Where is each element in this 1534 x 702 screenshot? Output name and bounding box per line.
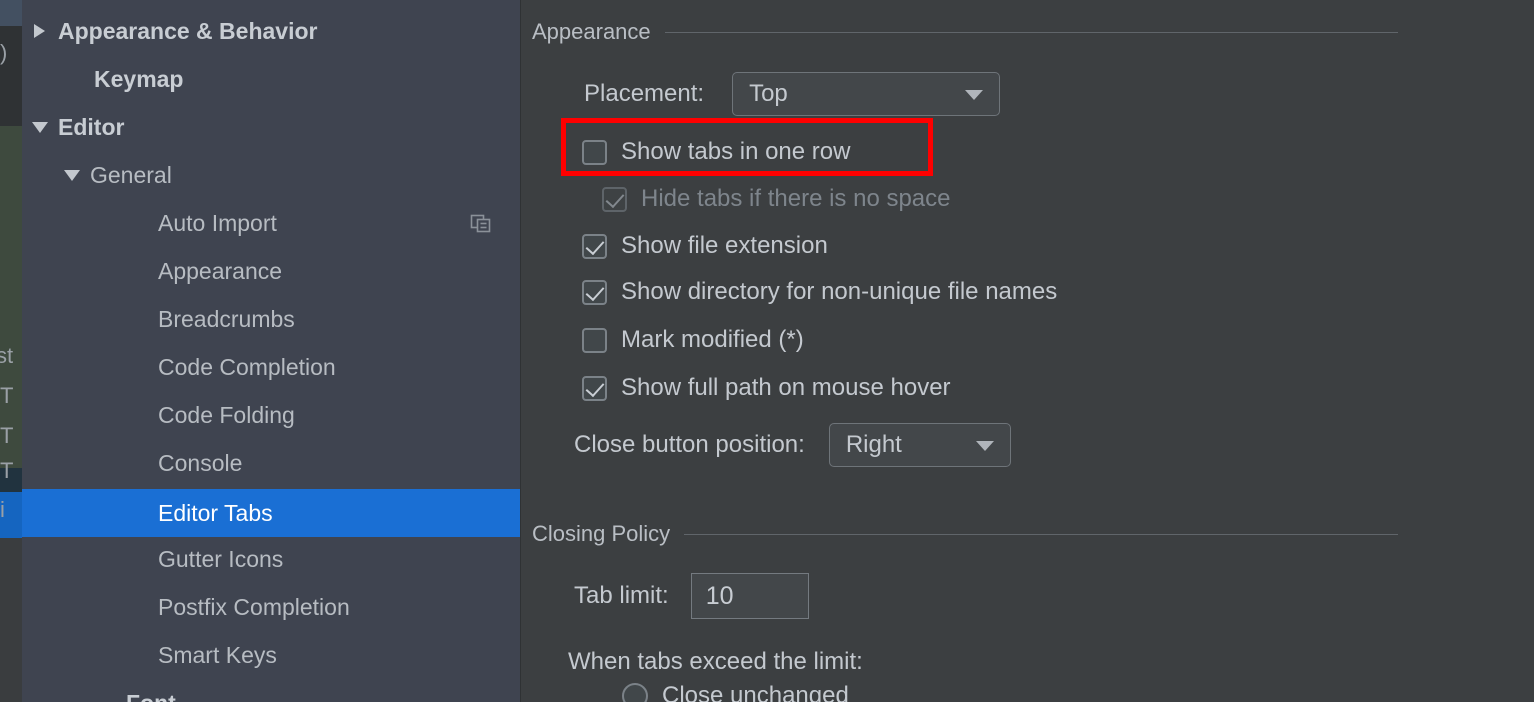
copy-icon[interactable] [470,212,492,240]
sidebar-item-label: General [90,161,172,188]
sidebar-item-font[interactable]: Font [22,679,520,702]
checkbox-label-show-directory-non-unique: Show directory for non-unique file names [621,278,1058,305]
sidebar-item-editor-tabs[interactable]: Editor Tabs [22,489,520,537]
checkbox-label-show-tabs-in-one-row: Show tabs in one row [621,138,851,165]
sidebar-item-editor[interactable]: Editor [22,103,520,151]
chevron-down-icon [975,441,994,451]
placement-row: Placement: Top [584,72,1001,116]
placement-label: Placement: [584,80,705,107]
checkbox-hide-tabs-if-no-space[interactable] [602,186,627,212]
settings-category-tree[interactable]: Appearance & Behavior Keymap Editor General… [22,0,521,702]
checkbox-row-show-full-path[interactable]: Show full path on mouse hover [582,374,951,402]
checkbox-show-full-path[interactable] [582,375,607,401]
placement-dropdown-value: Top [749,80,788,107]
sidebar-item-breadcrumbs[interactable]: Breadcrumbs [22,295,520,343]
tab-limit-input[interactable]: 10 [690,573,809,619]
checkbox-row-show-directory-non-unique[interactable]: Show directory for non-unique file names [582,278,1057,306]
sidebar-item-code-completion[interactable]: Code Completion [22,343,520,391]
sidebar-item-auto-import[interactable]: Auto Import [22,199,520,247]
appearance-section-header: Appearance [532,19,1398,45]
when-tabs-exceed-label: When tabs exceed the limit: [568,648,863,675]
sidebar-item-label: Auto Import [158,209,277,236]
sidebar-item-appearance-behavior[interactable]: Appearance & Behavior [22,7,520,55]
radio-close-unchanged[interactable] [622,683,648,702]
sidebar-item-smart-keys[interactable]: Smart Keys [22,631,520,679]
checkbox-row-hide-tabs-if-no-space[interactable]: Hide tabs if there is no space [602,185,951,213]
bg-segment-bottom [0,538,22,702]
sidebar-item-keymap[interactable]: Keymap [22,55,520,103]
bg-glyph-4: T [0,423,14,448]
sidebar-item-label: Font [126,690,176,702]
appearance-section-title: Appearance [532,19,651,44]
sidebar-item-label: Appearance & Behavior [58,17,318,44]
sidebar-item-postfix-completion[interactable]: Postfix Completion [22,583,520,631]
when-tabs-exceed-row: When tabs exceed the limit: [568,648,863,676]
sidebar-item-console[interactable]: Console [22,439,520,487]
radio-row-close-unchanged[interactable]: Close unchanged [622,682,849,702]
section-divider-rule [664,31,1398,33]
sidebar-item-label: Editor [58,113,125,140]
sidebar-item-label: Code Completion [158,353,336,380]
checkbox-row-mark-modified[interactable]: Mark modified (*) [582,326,804,354]
checkbox-mark-modified[interactable] [582,327,607,353]
tab-limit-row: Tab limit: 10 [574,573,809,619]
checkbox-label-hide-tabs-if-no-space: Hide tabs if there is no space [641,185,951,212]
bg-glyph-6: i [0,497,5,522]
bg-glyph-2: st [0,343,14,368]
settings-dialog-screenshot: ) st T T T i Appearance & Behavior Keymap… [0,0,1534,702]
sidebar-item-label: Keymap [94,65,184,92]
chevron-down-icon[interactable] [62,165,82,185]
bg-glyph-1: ) [0,40,8,65]
sidebar-item-label: Smart Keys [158,641,277,668]
chevron-right-icon[interactable] [30,21,50,41]
sidebar-item-label: Editor Tabs [158,499,273,526]
tab-limit-value: 10 [705,581,734,610]
bg-glyph-5: T [0,458,14,483]
placement-dropdown[interactable]: Top [732,72,1001,116]
sidebar-item-label: Gutter Icons [158,545,284,572]
close-button-position-value: Right [845,431,902,458]
sidebar-item-general[interactable]: General [22,151,520,199]
sidebar-item-label: Breadcrumbs [158,305,295,332]
sidebar-item-appearance[interactable]: Appearance [22,247,520,295]
close-button-position-row: Close button position: Right [574,423,1011,467]
chevron-down-icon [965,90,984,100]
checkbox-show-file-extension[interactable] [582,233,607,259]
sidebar-item-label: Code Folding [158,401,295,428]
closing-policy-section-title: Closing Policy [532,521,671,546]
sidebar-item-gutter-icons[interactable]: Gutter Icons [22,535,520,583]
close-button-position-label: Close button position: [574,431,805,458]
settings-content-panel: Appearance Placement: Top Show tabs in o… [522,0,1534,702]
chevron-down-icon[interactable] [30,117,50,137]
tab-limit-label: Tab limit: [574,582,669,609]
checkbox-label-show-full-path: Show full path on mouse hover [621,374,951,401]
checkbox-show-tabs-in-one-row[interactable] [582,139,607,165]
checkbox-label-show-file-extension: Show file extension [621,232,828,259]
checkbox-label-mark-modified: Mark modified (*) [621,326,804,353]
sidebar-item-label: Appearance [158,257,283,284]
closing-policy-section-header: Closing Policy [532,521,1398,547]
checkbox-row-show-file-extension[interactable]: Show file extension [582,232,828,260]
section-divider-rule [684,533,1398,535]
checkbox-row-show-tabs-in-one-row[interactable]: Show tabs in one row [582,138,850,166]
bg-segment-toolbar [0,0,22,26]
bg-segment-editor [0,126,22,348]
settings-dialog: Appearance & Behavior Keymap Editor General… [22,0,1534,702]
sidebar-item-label: Postfix Completion [158,593,350,620]
radio-label-close-unchanged: Close unchanged [662,682,849,702]
close-button-position-dropdown[interactable]: Right [828,423,1011,467]
background-ide-strip: ) st T T T i [0,0,22,702]
bg-glyph-3: T [0,383,14,408]
sidebar-item-code-folding[interactable]: Code Folding [22,391,520,439]
sidebar-item-label: Console [158,449,243,476]
checkbox-show-directory-non-unique[interactable] [582,279,607,305]
